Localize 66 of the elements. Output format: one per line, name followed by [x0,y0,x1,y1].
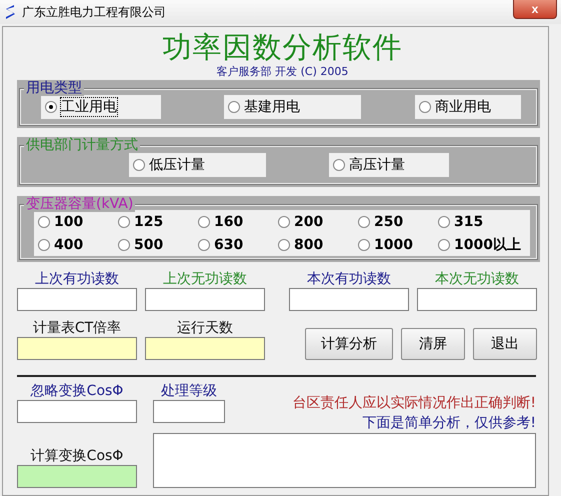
field-label: 上次无功读数 [163,271,247,288]
app-logo-icon [4,4,16,20]
field-label: 本次有功读数 [307,271,391,288]
radio-button[interactable] [358,216,370,228]
radio-button[interactable] [38,216,50,228]
radio-option[interactable]: 500 [114,233,194,256]
radio-button[interactable] [278,238,290,250]
radio-button[interactable] [133,159,145,171]
radio-button[interactable] [278,216,290,228]
radio-option[interactable]: 1000 [354,233,434,256]
field-label: 计量表CT倍率 [32,320,122,337]
group-legend: 用电类型 [24,80,84,96]
radio-button[interactable] [118,238,130,250]
input-field[interactable] [417,288,537,311]
radio-option[interactable]: 400 [34,233,114,256]
radio-option[interactable]: 高压计量 [329,153,449,177]
radio-button[interactable] [438,238,450,250]
radio-option[interactable]: 100 [34,210,114,233]
radio-option[interactable]: 125 [114,210,194,233]
radio-button[interactable] [358,238,370,250]
input-field[interactable] [145,337,265,360]
radio-option[interactable]: 160 [194,210,274,233]
action-button[interactable]: 计算分析 [305,328,393,360]
radio-option[interactable]: 800 [274,233,354,256]
radio-button[interactable] [38,238,50,250]
radio-option[interactable]: 250 [354,210,434,233]
close-button[interactable]: x [513,0,557,19]
input-field[interactable] [145,288,265,311]
field-label: 处理等级 [161,383,217,400]
action-button[interactable]: 退出 [473,328,537,360]
radio-button[interactable] [228,101,240,113]
radio-button[interactable] [438,216,450,228]
radio-option[interactable]: 200 [274,210,354,233]
field-label: 上次有功读数 [35,271,119,288]
app-title: 功率因数分析软件 [162,29,404,65]
radio-option[interactable]: 商业用电 [415,95,521,119]
action-button[interactable]: 清屏 [401,328,465,360]
input-field[interactable] [17,337,137,360]
field-label: 忽略变换CosΦ [30,383,124,400]
window-title: 广东立胜电力工程有限公司 [22,4,166,20]
radio-option[interactable]: 630 [194,233,274,256]
radio-button[interactable] [45,101,57,113]
warning-text: 台区责任人应以实际情况作出正确判断! [292,394,536,413]
input-field[interactable] [17,400,137,423]
radio-button[interactable] [198,216,210,228]
radio-button[interactable] [118,216,130,228]
analysis-text-area[interactable] [153,433,536,488]
radio-button[interactable] [198,238,210,250]
group-legend: 变压器容量(kVA) [24,196,136,212]
note-text: 下面是简单分析，仅供参考! [362,414,536,433]
radio-option[interactable]: 工业用电 [41,95,161,119]
radio-button[interactable] [419,101,431,113]
input-field[interactable] [17,465,137,488]
radio-option[interactable]: 低压计量 [129,153,266,177]
copyright-text: 客户服务部 开发 (C) 2005 [216,65,350,79]
radio-button[interactable] [333,159,345,171]
group-legend: 供电部门计量方式 [24,137,140,153]
input-field[interactable] [289,288,409,311]
radio-option[interactable]: 基建用电 [224,95,361,119]
input-field[interactable] [17,288,137,311]
input-field[interactable] [153,400,225,423]
radio-option[interactable]: 1000以上 [434,233,530,256]
field-label: 本次无功读数 [435,271,519,288]
field-label: 运行天数 [177,320,233,337]
radio-option[interactable]: 315 [434,210,530,233]
field-label: 计算变换CosΦ [30,448,124,465]
